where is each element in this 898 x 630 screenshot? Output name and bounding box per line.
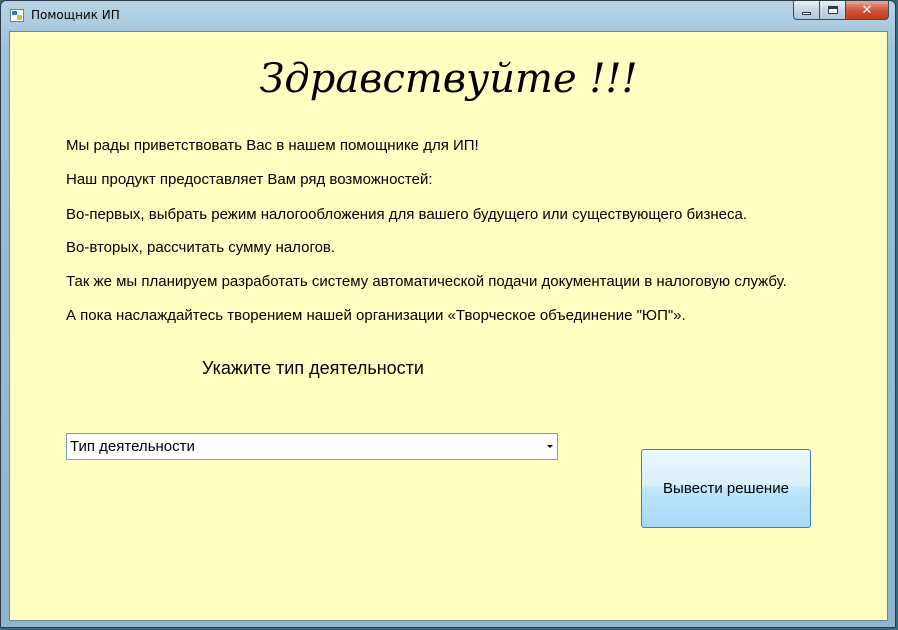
intro-line-3: Во-первых, выбрать режим налогообложения… — [66, 206, 747, 223]
maximize-button[interactable] — [819, 1, 845, 20]
close-icon: ✕ — [861, 2, 873, 18]
app-form-icon[interactable] — [10, 9, 24, 22]
title-bar[interactable]: Помощник ИП ✕ — [1, 1, 895, 29]
intro-line-4: Во-вторых, рассчитать сумму налогов. — [66, 239, 336, 256]
minimize-button[interactable] — [793, 1, 819, 20]
intro-line-6: А пока наслаждайтесь творением нашей орг… — [66, 307, 686, 324]
minimize-icon — [802, 11, 811, 15]
caption-buttons: ✕ — [793, 1, 889, 21]
greeting-heading: Здравствуйте !!! — [259, 56, 638, 102]
maximize-icon — [827, 6, 838, 14]
dropdown-arrow-icon[interactable] — [547, 445, 553, 448]
activity-type-select[interactable]: Тип деятельности — [66, 433, 558, 460]
close-button[interactable]: ✕ — [845, 1, 889, 20]
intro-line-2: Наш продукт предоставляет Вам ряд возмож… — [66, 171, 433, 188]
intro-line-1: Мы рады приветствовать Вас в нашем помощ… — [66, 137, 479, 154]
activity-prompt-label: Укажите тип деятельности — [202, 358, 424, 378]
app-window: Помощник ИП ✕ Здравствуйте !!! Мы рады п… — [0, 0, 896, 628]
form-client-area: Здравствуйте !!! Мы рады приветствовать … — [9, 31, 888, 621]
show-solution-button[interactable]: Вывести решение — [641, 449, 811, 528]
intro-line-5: Так же мы планируем разработать систему … — [66, 273, 787, 290]
activity-type-value: Тип деятельности — [70, 438, 195, 455]
window-title: Помощник ИП — [31, 8, 120, 22]
